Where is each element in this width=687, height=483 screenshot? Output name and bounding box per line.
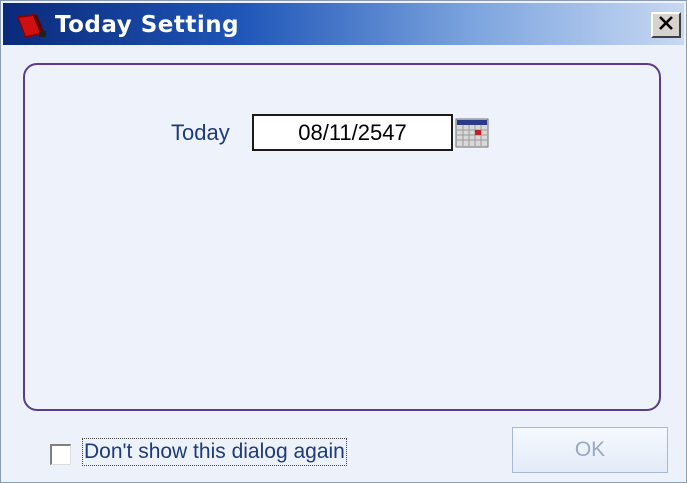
close-button[interactable] [651,12,681,38]
dialog-window: Today Setting Today 08/11/2547 Don't sho… [0,0,687,483]
dont-show-again-checkbox[interactable] [50,444,71,465]
calendar-icon [455,118,489,152]
calendar-button[interactable] [455,118,489,148]
close-icon [658,15,674,35]
today-label: Today [171,120,230,145]
dont-show-again-label[interactable]: Don't show this dialog again [82,438,347,466]
app-icon [13,12,49,40]
today-date-input[interactable] [252,114,453,151]
window-title: Today Setting [55,12,240,38]
ok-button[interactable]: OK [512,427,668,473]
title-bar[interactable]: Today Setting [3,3,684,45]
